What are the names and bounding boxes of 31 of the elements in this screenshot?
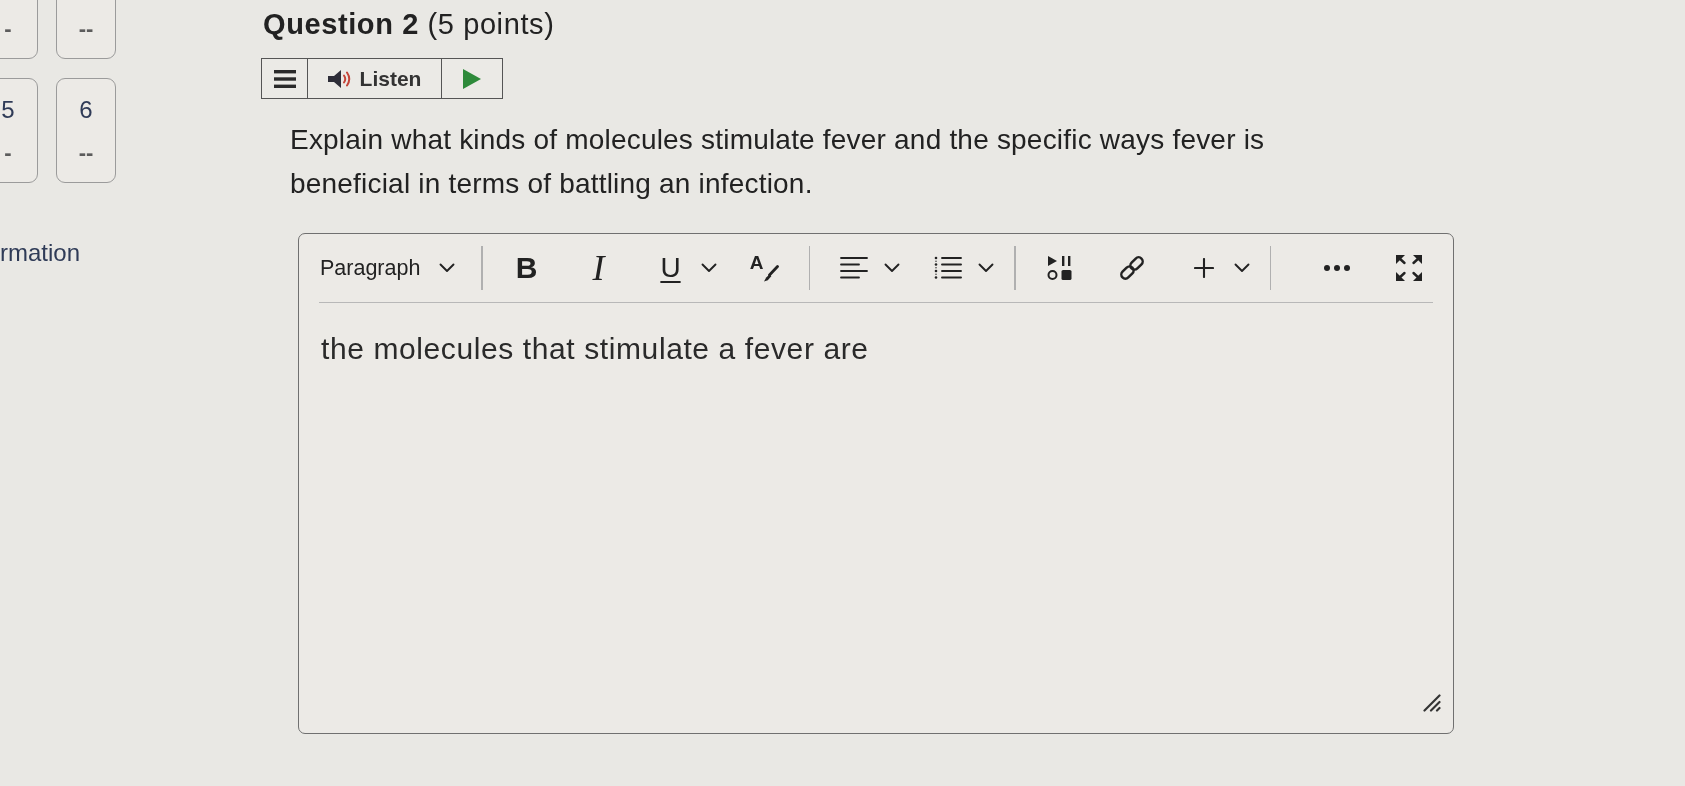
align-left-icon (840, 256, 868, 280)
brush-icon (763, 264, 780, 282)
resize-handle-icon[interactable] (1423, 694, 1441, 712)
chevron-down-icon (884, 263, 900, 273)
text-style-button[interactable]: A (740, 247, 789, 289)
block-format-dropdown[interactable]: Paragraph (319, 247, 461, 289)
more-icon (1323, 264, 1351, 272)
speaker-icon (327, 67, 351, 90)
media-icon (1046, 255, 1073, 281)
play-icon (463, 68, 481, 89)
section-heading: rmation (0, 238, 82, 268)
answer-field[interactable]: the molecules that stimulate a fever are (299, 303, 1453, 694)
question-nav-tile[interactable]: 6 -- (56, 78, 116, 183)
question-nav-tile[interactable]: -- (56, 0, 116, 59)
chevron-down-icon (1233, 263, 1250, 273)
bold-button[interactable]: B (502, 247, 551, 289)
fullscreen-icon (1395, 254, 1423, 282)
bulleted-list-icon (934, 256, 962, 280)
question-nav-tile[interactable]: 5 - (0, 78, 38, 183)
link-icon (1117, 254, 1146, 282)
chevron-down-icon (978, 263, 994, 273)
chevron-down-icon (700, 263, 717, 273)
menu-icon (273, 69, 296, 88)
question-nav-tile[interactable]: - (0, 0, 38, 59)
question-title: Question 2 (5 points) (263, 7, 555, 42)
question-text: Explain what kinds of molecules stimulate fever and the specific ways fever is beneficial in terms of battling an infection. (290, 123, 1266, 201)
chevron-down-icon (439, 263, 455, 273)
plus-icon (1193, 258, 1214, 278)
italic-button[interactable]: I (574, 247, 623, 289)
listen-button[interactable]: Listen (308, 59, 442, 98)
underline-button[interactable]: U (646, 247, 717, 289)
